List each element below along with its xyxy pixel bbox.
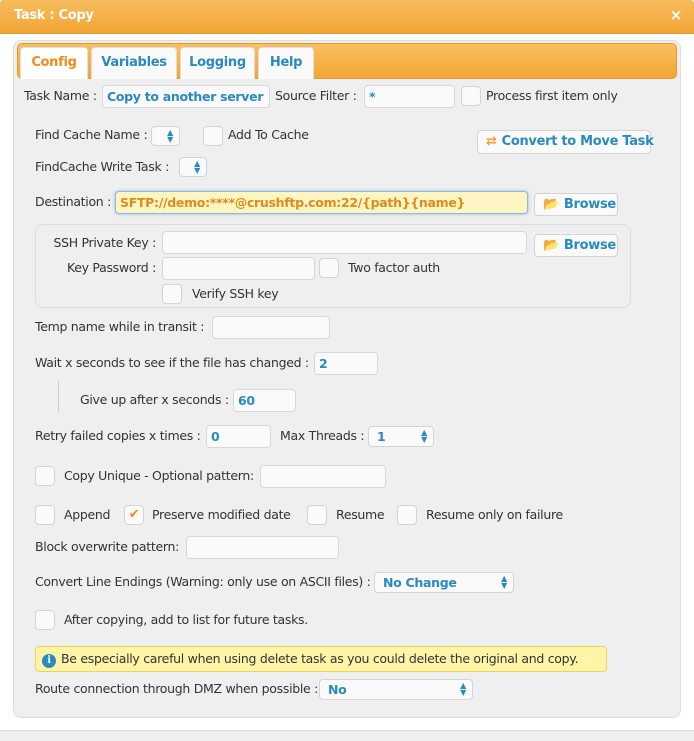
retry-input[interactable]: 0 [206,425,271,448]
verify-ssh-checkbox[interactable] [162,284,182,304]
findcache-write-label: FindCache Write Task : [35,159,169,174]
line-endings-value: No Change [383,575,457,590]
preserve-date-label: Preserve modified date [152,507,291,522]
resume-failure-label: Resume only on failure [426,507,563,522]
process-first-label: Process first item only [486,88,618,103]
task-name-input[interactable]: Copy to another server [102,85,270,108]
window-title: Task : Copy [14,8,94,23]
chevron-updown-icon: ▲ ▼ [421,428,427,444]
max-threads-label: Max Threads : [280,428,365,443]
wait-seconds-label: Wait x seconds to see if the file has ch… [35,355,309,370]
copy-unique-checkbox[interactable] [35,466,55,486]
ssh-key-label: SSH Private Key : [53,235,156,250]
after-copy-checkbox[interactable] [35,610,55,630]
find-cache-label: Find Cache Name : [35,127,148,142]
two-factor-label: Two factor auth [348,260,440,275]
destination-browse-button[interactable]: 📂 Browse [534,193,618,216]
bottom-bar [0,730,694,741]
block-overwrite-label: Block overwrite pattern: [35,539,179,554]
dmz-select[interactable]: No ▲ ▼ [319,679,473,700]
temp-name-label: Temp name while in transit : [35,319,205,334]
warning-notice: i Be especially careful when using delete… [35,646,607,672]
process-first-checkbox[interactable] [461,86,481,106]
add-to-cache-label: Add To Cache [228,127,309,142]
folder-icon: 📂 [543,238,559,253]
ssh-key-input[interactable] [162,231,527,254]
chevron-updown-icon: ▲ ▼ [167,128,173,144]
add-to-cache-checkbox[interactable] [203,126,223,146]
findcache-write-select[interactable]: ▲ ▼ [179,157,207,177]
after-copy-label: After copying, add to list for future ta… [64,612,308,627]
tab-variables[interactable]: Variables [91,47,177,79]
browse-label: Browse [563,238,616,253]
dmz-value: No [328,682,347,697]
browse-label: Browse [563,197,616,212]
block-overwrite-input[interactable] [186,536,339,559]
resume-label: Resume [336,507,385,522]
source-filter-input[interactable]: * [364,85,455,108]
give-up-label: Give up after x seconds : [80,392,229,407]
two-factor-checkbox[interactable] [319,258,339,278]
convert-to-move-button[interactable]: ⇄ Convert to Move Task [477,130,654,154]
checkmark-icon: ✔ [128,507,140,522]
swap-arrows-icon: ⇄ [486,134,497,149]
indent-divider [58,381,59,412]
find-cache-select[interactable]: ▲ ▼ [151,126,180,146]
title-bar[interactable] [0,0,694,34]
chevron-updown-icon: ▲ ▼ [194,159,200,175]
source-filter-label: Source Filter : [275,88,357,103]
append-label: Append [64,507,111,522]
folder-icon: 📂 [543,197,559,212]
key-password-label: Key Password : [66,260,156,275]
tab-config[interactable]: Config [20,47,88,79]
tab-logging[interactable]: Logging [180,47,255,79]
line-endings-select[interactable]: No Change ▲ ▼ [374,572,514,593]
info-icon: i [42,654,56,668]
copy-unique-label: Copy Unique - Optional pattern: [64,468,254,483]
tab-help[interactable]: Help [258,47,314,79]
verify-ssh-label: Verify SSH key [192,286,279,301]
resume-checkbox[interactable] [307,505,327,525]
key-password-input[interactable] [162,257,315,280]
warning-text: Be especially careful when using delete … [61,651,579,666]
wait-seconds-input[interactable]: 2 [314,352,378,375]
max-threads-value: 1 [377,429,386,444]
chevron-updown-icon: ▲ ▼ [501,574,507,590]
convert-button-label: Convert to Move Task [501,134,654,149]
destination-label: Destination : [35,194,112,209]
resume-failure-checkbox[interactable] [397,505,417,525]
copy-unique-input[interactable] [260,465,386,488]
task-name-label: Task Name : [24,88,97,103]
temp-name-input[interactable] [212,316,330,339]
destination-input[interactable]: SFTP://demo:****@crushftp.com:22/{path}{… [115,191,528,214]
dmz-label: Route connection through DMZ when possib… [35,681,319,696]
max-threads-select[interactable]: 1 ▲ ▼ [368,426,434,447]
chevron-updown-icon: ▲ ▼ [460,681,466,697]
ssh-key-browse-button[interactable]: 📂 Browse [534,234,618,257]
preserve-date-checkbox[interactable]: ✔ [124,505,144,525]
close-icon[interactable]: × [670,6,683,24]
retry-label: Retry failed copies x times : [35,428,201,443]
line-endings-label: Convert Line Endings (Warning: only use … [35,574,371,589]
give-up-input[interactable]: 60 [233,389,296,412]
append-checkbox[interactable] [35,505,55,525]
